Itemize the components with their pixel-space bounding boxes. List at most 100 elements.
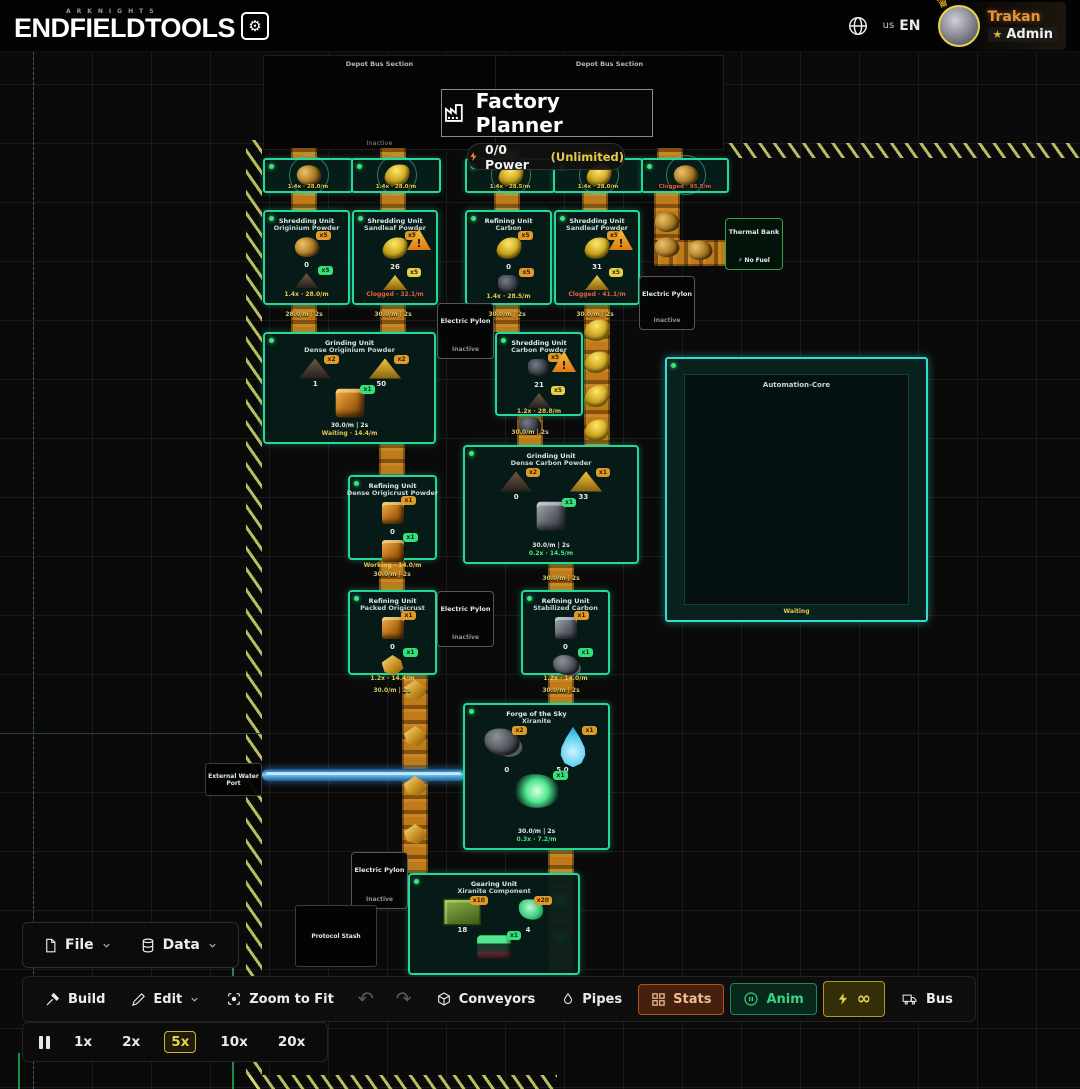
redo-button[interactable]: ↷ (388, 988, 420, 1011)
powder-dark-icon (527, 393, 551, 408)
building-electric-pylon-3[interactable]: Electric PylonInactive (437, 591, 494, 647)
building-shredding-sandleaf-powder-2[interactable]: !Shredding UnitSandleaf Powderx531x5Clog… (554, 210, 640, 305)
water-pipe[interactable] (262, 769, 465, 781)
ratio-badge: x1 (403, 648, 417, 657)
input-items: x5 (497, 237, 521, 259)
building-refining-packed-origicrust[interactable]: Refining UnitPacked Origicrustx10x11.2x … (348, 590, 437, 675)
pipes-button[interactable]: Pipes (551, 985, 632, 1013)
language-selector[interactable]: us EN (883, 18, 921, 34)
ratio-badge: x2 (394, 355, 408, 364)
building-grinding-dense-carbon-powder[interactable]: Grinding UnitDense Carbon Powderx2x1033x… (463, 445, 639, 564)
conveyor-segment[interactable] (494, 305, 520, 332)
building-external-water-port[interactable]: External Water Port (205, 763, 262, 796)
speed-1x[interactable]: 1x (68, 1032, 98, 1052)
conveyor-segment[interactable] (291, 305, 317, 332)
depot-output-port-5[interactable]: Clogged · 95.5/m (641, 158, 729, 193)
buffer-count: 31 (592, 263, 602, 271)
ore-gold-item-icon (655, 212, 679, 232)
building-status: Inactive (452, 634, 479, 643)
building-thermal-bank[interactable]: Thermal Bank⚡ No Fuel (725, 218, 783, 270)
hazard-strip-bottom (246, 1075, 557, 1089)
building-refining-stabilized-carbon[interactable]: Refining UnitStabilized Carbonx10x11.2x … (521, 590, 610, 675)
speed-10x[interactable]: 10x (214, 1032, 254, 1052)
depot-status: Inactive (264, 139, 495, 147)
core-inner-panel (684, 374, 909, 605)
pause-icon[interactable] (39, 1036, 50, 1049)
buffer-count: 21 (534, 381, 544, 389)
anim-toggle-button[interactable]: Anim (730, 983, 816, 1015)
ratio-badge: x1 (360, 385, 374, 394)
building-title: Protocol Stash (311, 933, 360, 940)
crown-icon: ♛ (933, 0, 951, 12)
building-grinding-dense-originium-powder[interactable]: Grinding UnitDense Originium Powderx2x21… (263, 332, 436, 444)
port-rate-label: 1.4x · 28.0/m (353, 184, 439, 190)
ratio-badge: x2 (324, 355, 338, 364)
status-dot (357, 164, 362, 169)
building-status: 1.2x · 14.4/m (370, 675, 414, 684)
hazard-strip-left (246, 140, 262, 1089)
stats-toggle-button[interactable]: Stats (638, 984, 724, 1015)
status-line: Waiting · 14.4/m (322, 430, 378, 438)
build-button[interactable]: Build (35, 985, 115, 1013)
input-slot: x1 (382, 617, 404, 639)
building-shredding-sandleaf-powder-1[interactable]: !Shredding UnitSandleaf Powderx526x5Clog… (352, 210, 438, 305)
ratio-badge: x2 (526, 468, 540, 477)
building-shredding-carbon-powder[interactable]: !Shredding UnitCarbon Powderx521x51.2x ·… (495, 332, 583, 416)
speed-20x[interactable]: 20x (272, 1032, 312, 1052)
depot-output-port-1[interactable]: 1.4x · 28.0/m (263, 158, 353, 193)
output-slot: x5 (527, 393, 551, 408)
building-electric-pylon-4[interactable]: Electric PylonInactive (351, 852, 408, 909)
building-automation-core[interactable]: Automation-CoreWaiting (665, 357, 928, 622)
building-refining-dense-origicrust-powder[interactable]: Refining UnitDense Origicrust Powderx10x… (348, 475, 437, 560)
cube-gray-icon (555, 617, 577, 639)
ratio-badge: x1 (596, 468, 610, 477)
conveyor-rate-label: 30.0/m | 2s (576, 311, 613, 318)
unlimited-power-toggle-button[interactable]: ∞ (823, 981, 885, 1017)
edit-button[interactable]: Edit (121, 986, 210, 1013)
zoom-to-fit-button[interactable]: Zoom to Fit (216, 985, 344, 1013)
building-gearing-xiranite-component[interactable]: Gearing UnitXiranite Componentx10x20184x… (408, 873, 580, 975)
page-title: Factory Planner (441, 89, 653, 137)
undo-button[interactable]: ↶ (350, 988, 382, 1011)
speed-2x[interactable]: 2x (116, 1032, 146, 1052)
status-dot (354, 481, 359, 486)
depot-output-port-2[interactable]: 1.4x · 28.0/m (351, 158, 441, 193)
status-line: 30.0/m | 2s (322, 422, 378, 430)
building-electric-pylon-1[interactable]: Electric PylonInactive (639, 276, 695, 330)
building-shredding-originium-powder[interactable]: Shredding UnitOriginium Powderx50x51.4x … (263, 210, 350, 305)
input-slot: x5 (528, 359, 550, 377)
input-slot: x5 (295, 237, 319, 257)
building-protocol-stash[interactable]: Protocol Stash (295, 905, 377, 967)
plant-icon (584, 235, 611, 260)
building-refining-carbon[interactable]: Refining UnitCarbonx50x51.4x · 28.5/m (465, 210, 552, 305)
ratio-badge: x1 (401, 496, 415, 505)
user-menu[interactable]: ♛ Trakan ★Admin (935, 2, 1067, 50)
file-menu[interactable]: File (33, 931, 122, 960)
conveyors-button[interactable]: Conveyors (426, 985, 546, 1013)
output-slot: x1 (339, 392, 361, 414)
building-electric-pylon-2[interactable]: Electric PylonInactive (437, 303, 494, 359)
building-recipe: Dense Origicrust Powder (347, 490, 438, 497)
conveyor-segment[interactable] (379, 444, 405, 475)
bolt-icon (836, 992, 850, 1006)
power-note: (Unlimited) (551, 150, 624, 164)
bottom-toolbar: Build Edit Zoom to Fit ↶ ↷ Conveyors Pip… (22, 976, 976, 1022)
file-data-menubar: File Data (22, 922, 239, 968)
bus-button[interactable]: Bus (891, 986, 963, 1013)
building-forge-of-the-sky-xiranite[interactable]: Forge of the SkyXiranitex2x105.0x130.0/m… (463, 703, 610, 850)
brand-logo[interactable]: ARKNIGHTS ENDFIELDTOOLS ⚙ (14, 9, 269, 42)
conveyor-segment[interactable] (380, 305, 406, 332)
cube-orange-icon (335, 389, 364, 418)
status-dot (269, 164, 274, 169)
depot-title: Depot Bus Section (496, 60, 723, 68)
input-slot: x5 (497, 237, 521, 259)
avatar[interactable]: ♛ (938, 5, 980, 47)
plant-item-icon (585, 319, 609, 341)
data-menu[interactable]: Data (130, 931, 228, 960)
input-items: x2x1 (489, 732, 585, 762)
globe-icon[interactable] (847, 15, 869, 37)
input-items: x2x1 (504, 474, 598, 489)
port-rate-label: 1.4x · 28.0/m (555, 184, 641, 190)
ratio-badge: x1 (562, 498, 576, 507)
speed-5x-selected[interactable]: 5x (164, 1031, 196, 1053)
